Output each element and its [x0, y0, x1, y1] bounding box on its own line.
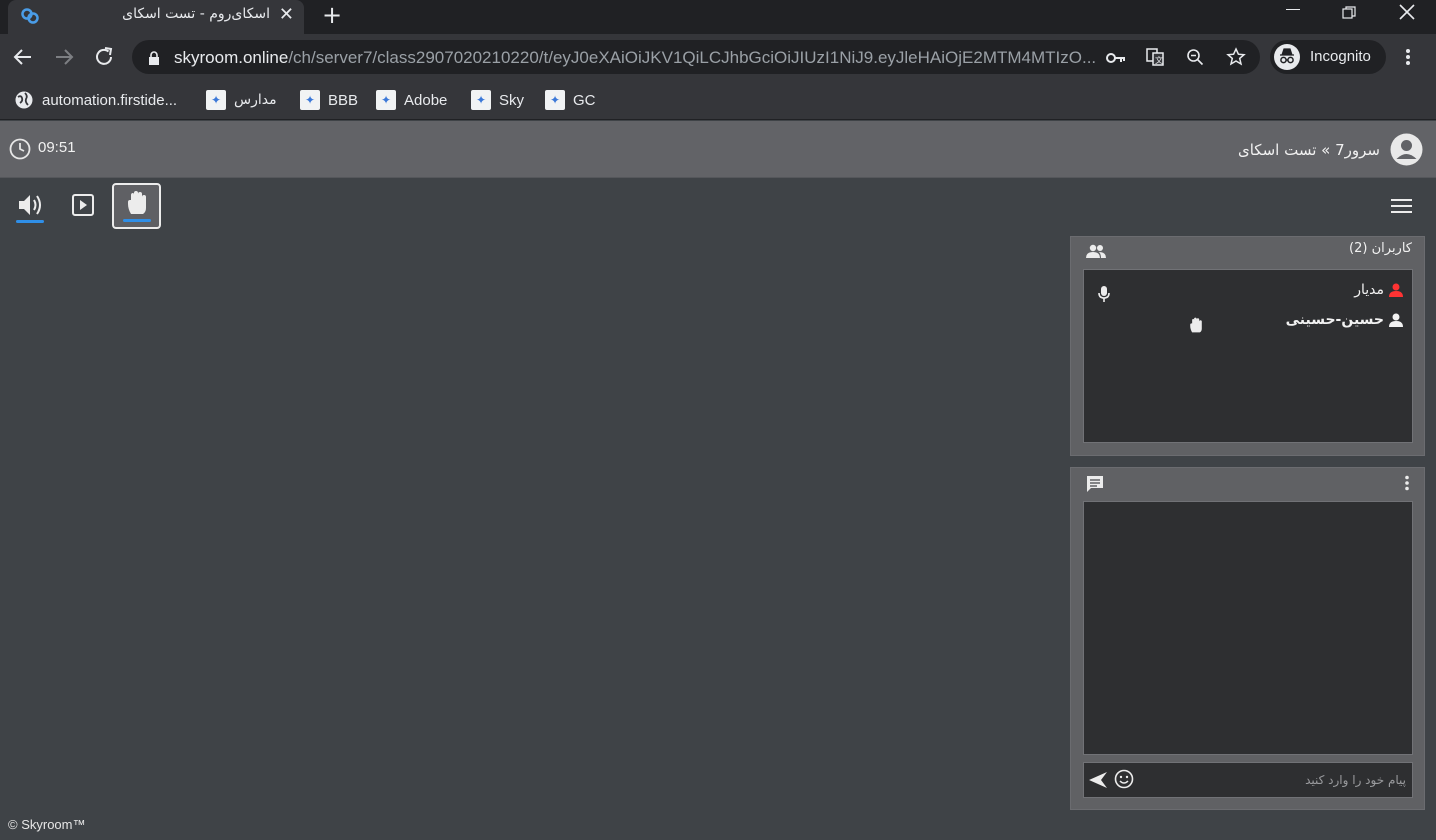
users-panel-title: کاربران (2) — [1349, 241, 1412, 256]
speaker-active-indicator — [16, 220, 44, 223]
url-text: skyroom.online/ch/server7/class290702021… — [174, 48, 1096, 68]
breadcrumb: سرور7 » تست اسکای — [1238, 141, 1380, 159]
skyroom-favicon-icon: ✦ — [376, 90, 396, 110]
app-header: 09:51 سرور7 » تست اسکای — [0, 121, 1436, 178]
tab-close-icon[interactable]: ✕ — [279, 6, 294, 24]
bookmark-label: BBB — [328, 91, 359, 109]
hamburger-menu-icon[interactable] — [1390, 197, 1413, 215]
user-row-participant[interactable]: حسین-حسینی — [1286, 310, 1404, 330]
browser-tab[interactable]: اسکای‌روم - تست اسکای ✕ — [8, 0, 304, 34]
microphone-icon[interactable] — [1098, 285, 1110, 303]
speaker-button[interactable] — [14, 190, 46, 224]
chat-panel — [1070, 467, 1425, 810]
raise-hand-active-indicator — [123, 219, 151, 222]
clock-time: 09:51 — [38, 139, 76, 156]
skyroom-favicon-icon — [20, 6, 40, 26]
tab-title: اسکای‌روم - تست اسکای — [122, 6, 270, 22]
zoom-out-icon[interactable] — [1186, 48, 1204, 66]
chat-message-input[interactable] — [1142, 767, 1406, 793]
skyroom-favicon-icon: ✦ — [206, 90, 226, 110]
chat-input-bar — [1083, 762, 1413, 798]
forward-icon[interactable] — [53, 46, 75, 68]
incognito-icon — [1274, 44, 1300, 70]
chat-icon — [1085, 475, 1105, 493]
emoji-icon[interactable] — [1114, 769, 1134, 789]
bookmarks-bar: automation.firstide... ✦ مدارس ✦ BBB ✦ A… — [0, 80, 1436, 120]
account-icon[interactable] — [1390, 133, 1423, 166]
browser-menu-icon[interactable] — [1405, 48, 1411, 66]
bookmark-automation[interactable]: automation.firstide... — [14, 88, 177, 112]
svg-text:文: 文 — [1155, 55, 1163, 65]
bookmark-label: automation.firstide... — [42, 91, 178, 109]
globe-icon — [14, 90, 34, 110]
address-bar[interactable]: skyroom.online/ch/server7/class290702021… — [132, 40, 1260, 74]
bookmark-label: Sky — [499, 91, 525, 109]
chat-messages — [1083, 501, 1413, 755]
raised-hand-icon — [1187, 316, 1205, 336]
admin-user-icon — [1388, 282, 1404, 298]
restore-window-icon[interactable] — [1342, 5, 1356, 19]
lock-icon[interactable] — [148, 50, 160, 65]
minimize-window-icon[interactable] — [1286, 9, 1300, 10]
bookmark-label: مدارس — [234, 92, 277, 108]
bookmark-label: GC — [573, 91, 596, 109]
user-name: حسین-حسینی — [1285, 312, 1384, 328]
translate-icon[interactable]: 文 — [1146, 48, 1164, 66]
copyright-footer: © Skyroom™ — [8, 817, 86, 832]
chat-options-icon[interactable] — [1404, 475, 1410, 491]
user-row-admin[interactable]: مدیار — [1354, 280, 1404, 300]
skyroom-favicon-icon: ✦ — [545, 90, 565, 110]
url-path: /ch/server7/class2907020210220/t/eyJ0eXA… — [288, 48, 1097, 67]
browser-toolbar: skyroom.online/ch/server7/class290702021… — [0, 34, 1436, 80]
bookmark-bbb[interactable]: ✦ BBB — [300, 88, 358, 112]
skyroom-favicon-icon: ✦ — [300, 90, 320, 110]
incognito-label: Incognito — [1310, 48, 1371, 65]
bookmark-gc[interactable]: ✦ GC — [545, 88, 596, 112]
skyroom-favicon-icon: ✦ — [471, 90, 491, 110]
users-panel: کاربران (2) مدیار حسین-حسینی — [1070, 236, 1425, 456]
send-icon[interactable] — [1088, 771, 1108, 789]
key-icon[interactable] — [1106, 50, 1126, 64]
bookmark-label: Adobe — [404, 91, 448, 109]
reload-icon[interactable] — [93, 46, 115, 68]
bookmark-adobe[interactable]: ✦ Adobe — [376, 88, 447, 112]
screen-share-button[interactable] — [70, 192, 96, 218]
bookmark-sky[interactable]: ✦ Sky — [471, 88, 524, 112]
users-icon — [1085, 243, 1107, 259]
user-name: مدیار — [1354, 282, 1384, 298]
url-host: skyroom.online — [174, 48, 289, 67]
browser-tab-strip: اسکای‌روم - تست اسکای ✕ + — [0, 0, 1436, 34]
back-icon[interactable] — [12, 46, 34, 68]
bookmark-schools[interactable]: ✦ مدارس — [206, 88, 277, 112]
users-list: مدیار حسین-حسینی — [1083, 269, 1413, 443]
new-tab-icon[interactable]: + — [322, 3, 342, 27]
incognito-badge[interactable]: Incognito — [1270, 40, 1386, 74]
close-window-icon[interactable] — [1398, 3, 1416, 21]
raise-hand-button[interactable] — [112, 183, 161, 229]
bookmark-star-icon[interactable] — [1226, 47, 1246, 67]
user-icon — [1388, 312, 1404, 328]
clock-icon — [9, 138, 31, 160]
